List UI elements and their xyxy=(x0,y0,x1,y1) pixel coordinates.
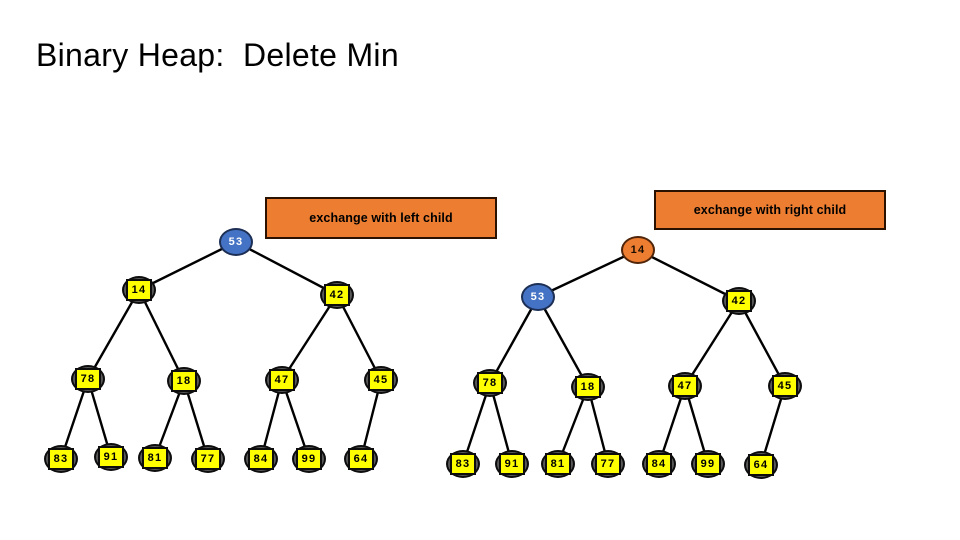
node-value-label: 18 xyxy=(575,376,601,398)
node-value-label: 64 xyxy=(348,448,374,470)
node-value-label: 47 xyxy=(672,375,698,397)
node-value-label: 42 xyxy=(324,284,350,306)
node-value-label: 47 xyxy=(269,369,295,391)
callout-right-label: exchange with right child xyxy=(693,203,847,217)
node-value-label: 78 xyxy=(477,372,503,394)
node-value-label: 99 xyxy=(296,448,322,470)
node-value-label: 64 xyxy=(748,454,774,476)
node-value-label: 14 xyxy=(630,243,646,256)
node-value-label: 84 xyxy=(248,448,274,470)
node-value-label: 78 xyxy=(75,368,101,390)
node-value-label: 99 xyxy=(695,453,721,475)
node-value-label: 45 xyxy=(772,375,798,397)
node-value-label: 53 xyxy=(530,290,546,303)
node-value-label: 42 xyxy=(726,290,752,312)
callout-exchange-left: exchange with left child xyxy=(265,197,497,239)
node-value-label: 83 xyxy=(450,453,476,475)
node-value-label: 45 xyxy=(368,369,394,391)
node-value-label: 91 xyxy=(499,453,525,475)
node-value-label: 77 xyxy=(195,448,221,470)
node-value-label: 14 xyxy=(126,279,152,301)
node-value-label: 91 xyxy=(98,446,124,468)
node-value-label: 81 xyxy=(545,453,571,475)
slide-canvas: Binary Heap: Delete Min 53 14 42 78 18 47 45 83… xyxy=(0,0,960,540)
node-value-label: 77 xyxy=(595,453,621,475)
node-value-label: 18 xyxy=(171,370,197,392)
page-title: Binary Heap: Delete Min xyxy=(36,37,399,73)
node-value-label: 81 xyxy=(142,447,168,469)
node-value-label: 83 xyxy=(48,448,74,470)
callout-exchange-right: exchange with right child xyxy=(654,190,886,230)
callout-left-label: exchange with left child xyxy=(309,211,453,225)
node-value-label: 84 xyxy=(646,453,672,475)
node-value-label: 53 xyxy=(228,235,244,248)
